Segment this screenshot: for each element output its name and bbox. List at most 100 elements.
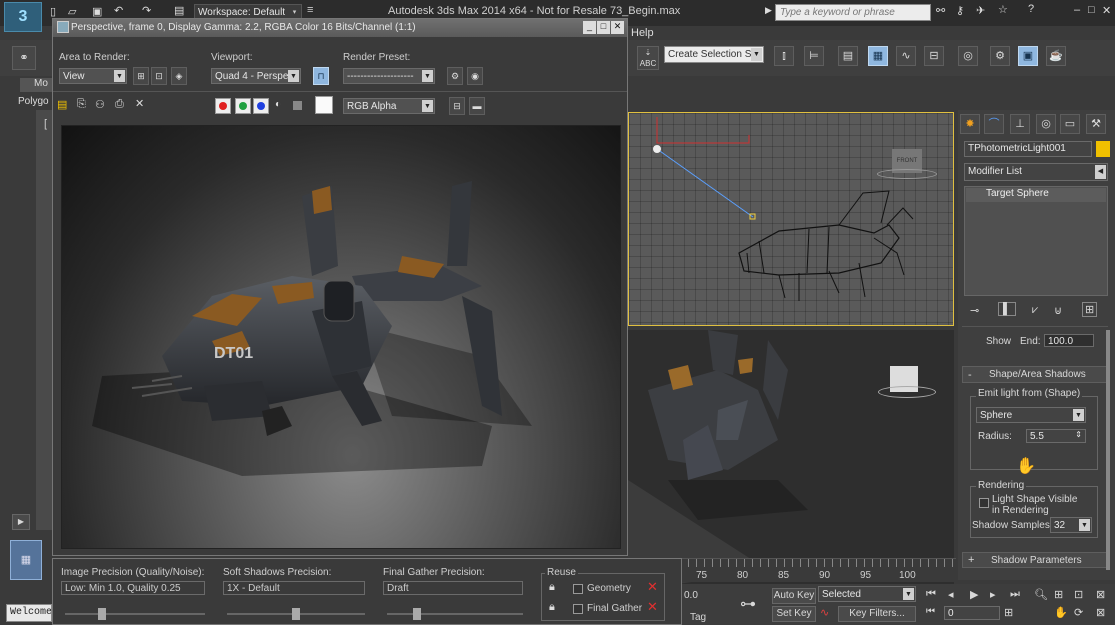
search-arrow-icon[interactable]: ▶ bbox=[765, 5, 772, 16]
current-frame-field[interactable]: 0 bbox=[944, 606, 1000, 620]
key-icon[interactable]: ⚷ bbox=[956, 4, 964, 17]
hold-icon[interactable]: ▤ bbox=[174, 4, 184, 17]
panel-scrollbar[interactable] bbox=[1106, 330, 1110, 570]
final-gather-checkbox[interactable] bbox=[573, 604, 583, 614]
key-mode-icon[interactable]: ⏮ bbox=[926, 606, 935, 617]
lock-region-icon[interactable]: ◈ bbox=[171, 67, 187, 85]
curve-editor-icon[interactable]: ∿ bbox=[896, 46, 916, 66]
utilities-tab-icon[interactable]: ⚒ bbox=[1086, 114, 1106, 134]
auto-key-button[interactable]: Auto Key bbox=[772, 588, 816, 604]
environment-icon[interactable]: ◉ bbox=[467, 67, 483, 85]
end-field[interactable]: 100.0 bbox=[1044, 334, 1094, 347]
render-window-close[interactable]: ✕ bbox=[611, 21, 624, 34]
render-setup-small-icon[interactable]: ⚙ bbox=[447, 67, 463, 85]
configure-sets-icon[interactable]: ⊞ bbox=[1082, 302, 1098, 317]
set-key-mode-icon[interactable]: ⊶ bbox=[740, 594, 756, 614]
minimize-button[interactable]: – bbox=[1074, 4, 1080, 16]
render-window-minimize[interactable]: _ bbox=[583, 21, 596, 34]
mono-channel-icon[interactable] bbox=[293, 101, 302, 110]
align-icon[interactable]: ⊨ bbox=[804, 46, 824, 66]
add-time-tag[interactable]: Tag bbox=[690, 612, 706, 623]
toggle-ui-icon[interactable]: ⊟ bbox=[449, 97, 465, 115]
menu-help[interactable]: Help bbox=[631, 27, 654, 39]
print-icon[interactable]: ⎙ bbox=[115, 98, 124, 111]
play-mini-button[interactable]: ▶ bbox=[12, 514, 30, 530]
geometry-clear-icon[interactable]: ✕ bbox=[647, 579, 658, 595]
lock-viewport-icon[interactable]: ⊓ bbox=[313, 67, 329, 85]
modifier-stack-item[interactable]: Target Sphere bbox=[966, 188, 1106, 202]
render-setup-icon[interactable]: ⚙ bbox=[990, 46, 1010, 66]
rollout-shape-area-shadows[interactable]: - Shape/Area Shadows bbox=[962, 366, 1108, 383]
zoom-extents-all-icon[interactable]: ⊠ bbox=[1096, 588, 1105, 601]
pan-icon[interactable]: ✋ bbox=[1054, 606, 1068, 619]
final-gather-slider[interactable] bbox=[387, 608, 523, 620]
image-precision-slider[interactable] bbox=[65, 608, 205, 620]
toggle-overlay-icon[interactable]: ▬ bbox=[469, 97, 485, 115]
blue-channel-button[interactable] bbox=[253, 98, 269, 114]
motion-tab-icon[interactable]: ◎ bbox=[1036, 114, 1056, 134]
goto-start-icon[interactable]: ⏮ bbox=[926, 588, 936, 601]
perspective-viewport[interactable] bbox=[628, 330, 954, 592]
selection-set-dropdown[interactable]: Create Selection Se ▼ bbox=[664, 46, 764, 63]
save-image-icon[interactable]: ▤ bbox=[57, 98, 67, 111]
maxscript-listener[interactable]: Welcome bbox=[6, 604, 52, 622]
rollout-shadow-parameters[interactable]: + Shadow Parameters bbox=[962, 552, 1108, 568]
favorites-icon[interactable]: ☆ bbox=[998, 3, 1008, 16]
open-file-icon[interactable]: ▱ bbox=[68, 5, 76, 18]
select-abc-icon[interactable]: ⇣ ABC bbox=[637, 46, 659, 70]
material-editor-icon[interactable]: ◎ bbox=[958, 46, 978, 66]
render-teapot-icon[interactable]: ☕ bbox=[1046, 46, 1066, 66]
edit-region-icon[interactable]: ⊞ bbox=[133, 67, 149, 85]
graphite-toggle-icon[interactable]: ▦ bbox=[868, 46, 888, 66]
next-frame-icon[interactable]: ▸ bbox=[990, 588, 996, 601]
alpha-channel-icon[interactable]: ◐ bbox=[275, 99, 281, 110]
clone-window-icon[interactable]: ⚇ bbox=[95, 98, 105, 111]
area-to-render-dropdown[interactable]: View ▼ bbox=[59, 68, 127, 84]
workspace-menu-icon[interactable]: ≡ bbox=[307, 4, 313, 16]
display-channel-dropdown[interactable]: RGB Alpha ▼ bbox=[343, 98, 435, 114]
prev-frame-icon[interactable]: ◂ bbox=[948, 588, 954, 601]
hierarchy-tab-icon[interactable]: ⊥ bbox=[1010, 114, 1030, 134]
render-window-maximize[interactable]: □ bbox=[597, 21, 610, 34]
redo-icon[interactable]: ↷ bbox=[142, 4, 151, 17]
orbit-icon[interactable]: ⟳ bbox=[1074, 606, 1083, 619]
key-curve-icon[interactable]: ∿ bbox=[820, 606, 829, 619]
close-button[interactable]: ✕ bbox=[1102, 4, 1111, 17]
object-name-field[interactable]: TPhotometricLight001 bbox=[964, 141, 1092, 157]
top-right-viewport[interactable]: FRONT bbox=[628, 112, 954, 326]
red-channel-button[interactable] bbox=[215, 98, 231, 114]
remove-modifier-icon[interactable]: ⊍ bbox=[1054, 304, 1062, 317]
maximize-button[interactable]: □ bbox=[1088, 4, 1095, 16]
zoom-all-icon[interactable]: ⊞ bbox=[1054, 588, 1063, 601]
show-end-result-icon[interactable]: ▌ bbox=[998, 302, 1016, 316]
image-precision-knob[interactable] bbox=[98, 608, 106, 620]
ribbon-tab-modeling[interactable]: Mo bbox=[20, 78, 52, 92]
radius-spinner[interactable]: 5.5 ⇕ bbox=[1026, 429, 1086, 443]
copy-image-icon[interactable]: ⎘ bbox=[77, 98, 86, 111]
key-filters-button[interactable]: Key Filters... bbox=[838, 606, 916, 622]
geometry-lock-icon[interactable]: 🔒︎ bbox=[549, 581, 555, 594]
binoculars-icon[interactable]: ⚯ bbox=[936, 4, 945, 17]
schematic-view-icon[interactable]: ⊟ bbox=[924, 46, 944, 66]
background-swatch[interactable] bbox=[315, 96, 333, 114]
mirror-icon[interactable]: ⫾ bbox=[774, 46, 794, 66]
final-gather-clear-icon[interactable]: ✕ bbox=[647, 599, 658, 615]
green-channel-button[interactable] bbox=[235, 98, 251, 114]
soft-shadows-slider[interactable] bbox=[227, 608, 365, 620]
save-icon[interactable]: ▣ bbox=[92, 5, 102, 18]
community-icon[interactable]: ✈ bbox=[976, 4, 985, 17]
maximize-viewport-icon[interactable]: ⊠ bbox=[1096, 606, 1105, 619]
viewport-layout-button[interactable]: ▦ bbox=[10, 540, 42, 580]
search-input[interactable]: Type a keyword or phrase bbox=[775, 4, 931, 21]
play-icon[interactable]: ▶ bbox=[970, 588, 978, 601]
link-icon[interactable]: ⚭ bbox=[12, 46, 36, 70]
viewport-dropdown[interactable]: Quad 4 - Perspect ▼ bbox=[211, 68, 301, 84]
display-tab-icon[interactable]: ▭ bbox=[1060, 114, 1080, 134]
light-visible-checkbox[interactable] bbox=[979, 498, 989, 508]
new-file-icon[interactable]: ▯ bbox=[50, 5, 56, 18]
pin-stack-icon[interactable]: ⊸ bbox=[970, 304, 979, 317]
geometry-checkbox[interactable] bbox=[573, 584, 583, 594]
create-tab-icon[interactable]: ✸ bbox=[960, 114, 980, 134]
selected-dropdown[interactable]: Selected ▼ bbox=[818, 586, 916, 602]
object-color-swatch[interactable] bbox=[1096, 141, 1110, 157]
